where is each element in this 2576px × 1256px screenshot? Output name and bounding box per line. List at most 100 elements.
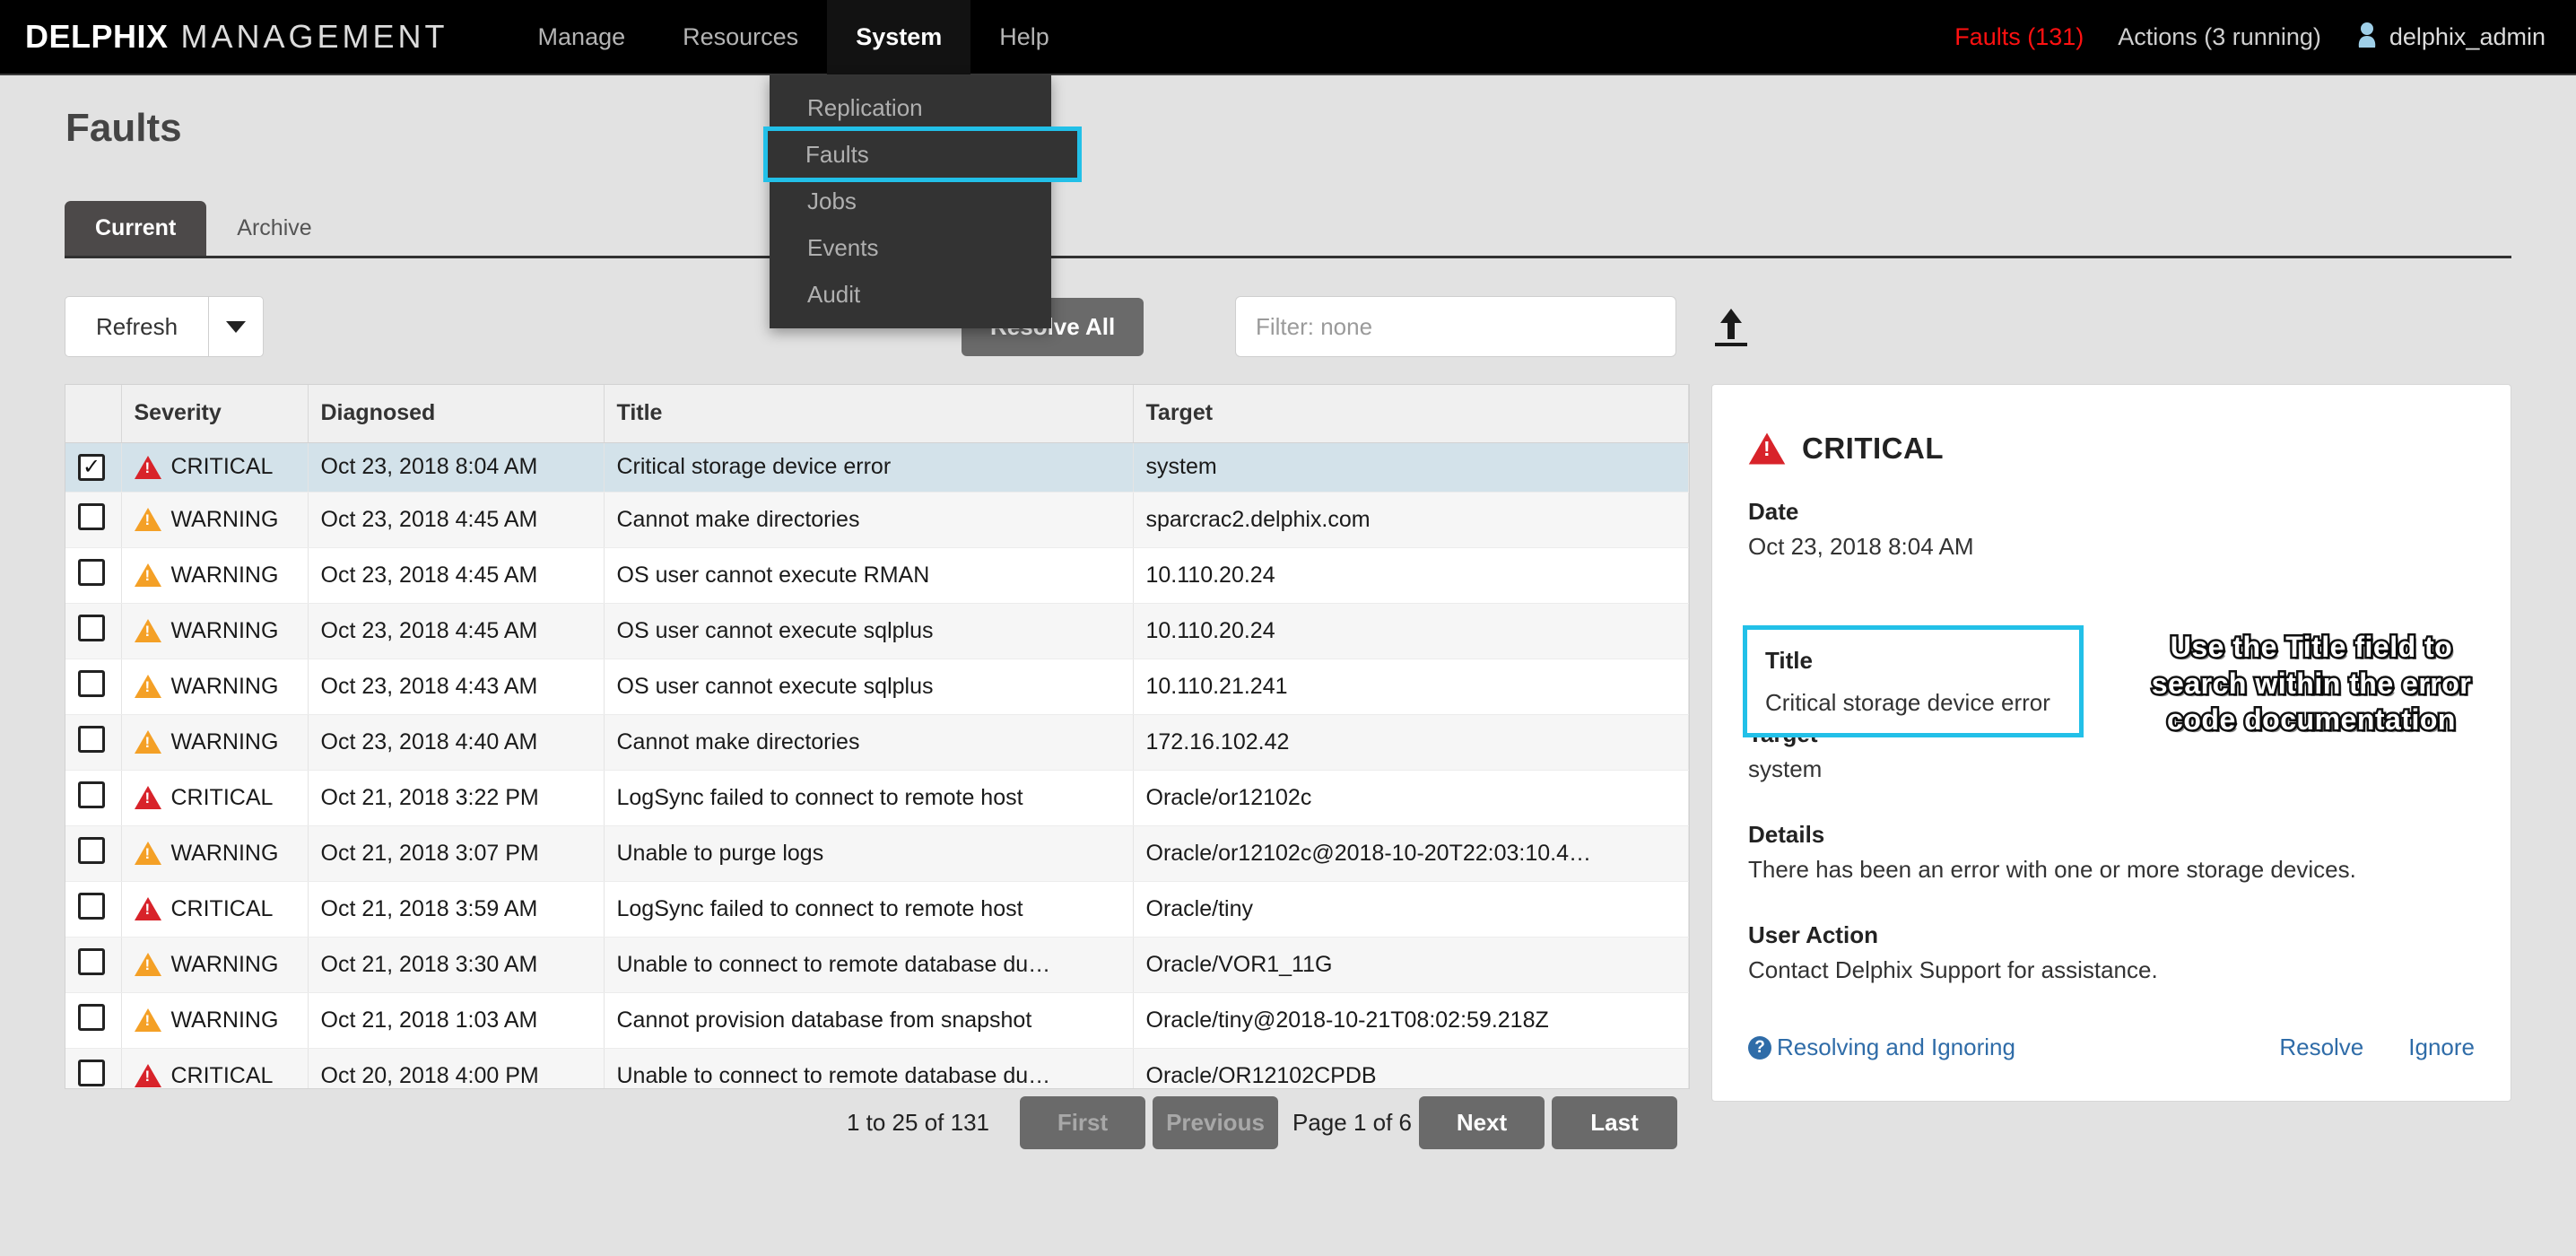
critical-warning-icon xyxy=(134,897,161,920)
cell-severity: WARNING xyxy=(121,825,309,882)
cell-severity: WARNING xyxy=(121,937,309,993)
cell-target: 10.110.20.24 xyxy=(1133,547,1689,604)
cell-title: OS user cannot execute sqlplus xyxy=(604,603,1134,659)
nav-item-help[interactable]: Help xyxy=(970,0,1078,74)
cell-severity: CRITICAL xyxy=(121,442,309,493)
row-checkbox[interactable] xyxy=(78,947,105,975)
pagination-previous-button[interactable]: Previous xyxy=(1153,1096,1278,1149)
severity-label: WARNING xyxy=(170,617,279,643)
column-header-severity[interactable]: Severity xyxy=(121,385,309,443)
row-checkbox[interactable] xyxy=(78,725,105,753)
nav-item-resources[interactable]: Resources xyxy=(654,0,827,74)
cell-target: system xyxy=(1133,442,1689,493)
pagination-next-button[interactable]: Next xyxy=(1419,1096,1545,1149)
severity-label: WARNING xyxy=(170,840,279,866)
table-row[interactable]: WARNING Oct 23, 2018 4:45 AMOS user canno… xyxy=(65,603,1689,659)
cell-title: OS user cannot execute RMAN xyxy=(604,547,1134,604)
actions-running-link[interactable]: Actions (3 running) xyxy=(2118,23,2321,51)
tab-current[interactable]: Current xyxy=(65,201,207,256)
row-select-cell[interactable] xyxy=(65,825,122,882)
tab-archive[interactable]: Archive xyxy=(206,201,342,256)
fault-detail-panel: CRITICAL Date Oct 23, 2018 8:04 AM Title… xyxy=(1711,384,2511,1102)
table-row[interactable]: CRITICAL Oct 20, 2018 4:00 PMUnable to co… xyxy=(65,1048,1689,1088)
menu-item-faults[interactable]: Faults xyxy=(763,126,1082,182)
row-checkbox[interactable] xyxy=(78,558,105,586)
table-row[interactable]: WARNING Oct 21, 2018 3:07 PMUnable to pur… xyxy=(65,825,1689,882)
top-navigation-bar: DELPHIX MANAGEMENT Manage Resources Syst… xyxy=(0,0,2576,75)
detail-user-action-label: User Action xyxy=(1748,921,1878,948)
row-select-cell[interactable] xyxy=(65,603,122,659)
row-checkbox[interactable] xyxy=(78,502,105,530)
column-header-title[interactable]: Title xyxy=(604,385,1134,443)
row-checkbox[interactable] xyxy=(78,1059,105,1086)
pagination-last-button[interactable]: Last xyxy=(1552,1096,1677,1149)
row-select-cell[interactable] xyxy=(65,659,122,715)
faults-toolbar: Refresh Resolve All xyxy=(65,296,1747,357)
cell-target: 172.16.102.42 xyxy=(1133,714,1689,771)
row-checkbox[interactable] xyxy=(78,836,105,864)
menu-item-jobs[interactable]: Jobs xyxy=(770,178,1051,224)
cell-target: Oracle/or12102c@2018-10-20T22:03:10.4… xyxy=(1133,825,1689,882)
resolve-link[interactable]: Resolve xyxy=(2279,1034,2363,1061)
menu-item-audit[interactable]: Audit xyxy=(770,271,1051,318)
main-nav-items: Manage Resources System Help xyxy=(509,0,1078,74)
warning-triangle-icon xyxy=(134,1008,161,1032)
detail-date-value: Oct 23, 2018 8:04 AM xyxy=(1748,533,1974,560)
row-checkbox[interactable] xyxy=(78,892,105,920)
row-select-cell[interactable] xyxy=(65,1048,122,1088)
detail-title-label: Title xyxy=(1765,646,1813,674)
table-row[interactable]: WARNING Oct 21, 2018 1:03 AMCannot provis… xyxy=(65,992,1689,1049)
table-pagination: 1 to 25 of 131 First Previous Page 1 of … xyxy=(65,1096,1690,1149)
table-row[interactable]: WARNING Oct 21, 2018 3:30 AMUnable to con… xyxy=(65,937,1689,993)
column-header-diagnosed[interactable]: Diagnosed xyxy=(308,385,605,443)
table-row[interactable]: CRITICAL Oct 21, 2018 3:22 PMLogSync fail… xyxy=(65,770,1689,826)
row-checkbox[interactable]: ✓ xyxy=(78,453,105,481)
resolving-and-ignoring-link[interactable]: ? Resolving and Ignoring xyxy=(1748,1034,2015,1061)
critical-warning-icon xyxy=(134,1064,161,1087)
refresh-button[interactable]: Refresh xyxy=(65,296,209,357)
row-select-cell[interactable] xyxy=(65,492,122,548)
filter-input[interactable] xyxy=(1256,312,1675,341)
detail-footer: ? Resolving and Ignoring Resolve Ignore xyxy=(1712,1034,2511,1061)
refresh-dropdown-button[interactable] xyxy=(208,296,265,357)
warning-triangle-icon xyxy=(134,675,161,698)
row-select-cell[interactable] xyxy=(65,992,122,1049)
app-page: DELPHIX MANAGEMENT Manage Resources Syst… xyxy=(0,0,2576,1256)
row-checkbox[interactable] xyxy=(78,781,105,808)
pagination-first-button[interactable]: First xyxy=(1020,1096,1145,1149)
detail-footer-actions: Resolve Ignore xyxy=(2279,1034,2475,1061)
row-select-cell[interactable] xyxy=(65,714,122,771)
row-select-cell[interactable] xyxy=(65,881,122,938)
nav-item-system[interactable]: System xyxy=(827,0,971,74)
column-header-select[interactable] xyxy=(65,385,122,443)
column-header-target[interactable]: Target xyxy=(1133,385,1689,443)
table-row[interactable]: CRITICAL Oct 21, 2018 3:59 AMLogSync fail… xyxy=(65,881,1689,938)
row-checkbox[interactable] xyxy=(78,1003,105,1031)
table-row[interactable]: WARNING Oct 23, 2018 4:43 AMOS user canno… xyxy=(65,659,1689,715)
cell-severity: WARNING xyxy=(121,659,309,715)
detail-title-block-highlighted[interactable]: Title Critical storage device error xyxy=(1743,625,2084,737)
faults-table-container[interactable]: Severity Diagnosed Title Target ✓ CRITICA… xyxy=(65,384,1690,1089)
row-select-cell[interactable] xyxy=(65,770,122,826)
ignore-link[interactable]: Ignore xyxy=(2408,1034,2475,1061)
row-select-cell[interactable] xyxy=(65,937,122,993)
user-menu[interactable]: delphix_admin xyxy=(2355,22,2546,53)
table-row[interactable]: WARNING Oct 23, 2018 4:45 AMCannot make d… xyxy=(65,492,1689,548)
warning-triangle-icon xyxy=(134,730,161,754)
faults-count-link[interactable]: Faults (131) xyxy=(1954,23,2084,51)
row-select-cell[interactable]: ✓ xyxy=(65,442,122,493)
menu-item-replication[interactable]: Replication xyxy=(770,84,1051,131)
row-checkbox[interactable] xyxy=(78,669,105,697)
table-row[interactable]: WARNING Oct 23, 2018 4:45 AMOS user canno… xyxy=(65,547,1689,604)
row-select-cell[interactable] xyxy=(65,547,122,604)
upload-export-icon[interactable] xyxy=(1708,303,1754,352)
table-row[interactable]: ✓ CRITICAL Oct 23, 2018 8:04 AMCritical st… xyxy=(65,442,1689,493)
row-checkbox[interactable] xyxy=(78,614,105,641)
cell-diagnosed: Oct 20, 2018 4:00 PM xyxy=(308,1048,605,1088)
detail-severity: CRITICAL xyxy=(1748,432,2511,466)
cell-title: Critical storage device error xyxy=(604,442,1134,493)
menu-item-events[interactable]: Events xyxy=(770,224,1051,271)
warning-triangle-icon xyxy=(134,842,161,865)
nav-item-manage[interactable]: Manage xyxy=(509,0,655,74)
table-row[interactable]: WARNING Oct 23, 2018 4:40 AMCannot make d… xyxy=(65,714,1689,771)
